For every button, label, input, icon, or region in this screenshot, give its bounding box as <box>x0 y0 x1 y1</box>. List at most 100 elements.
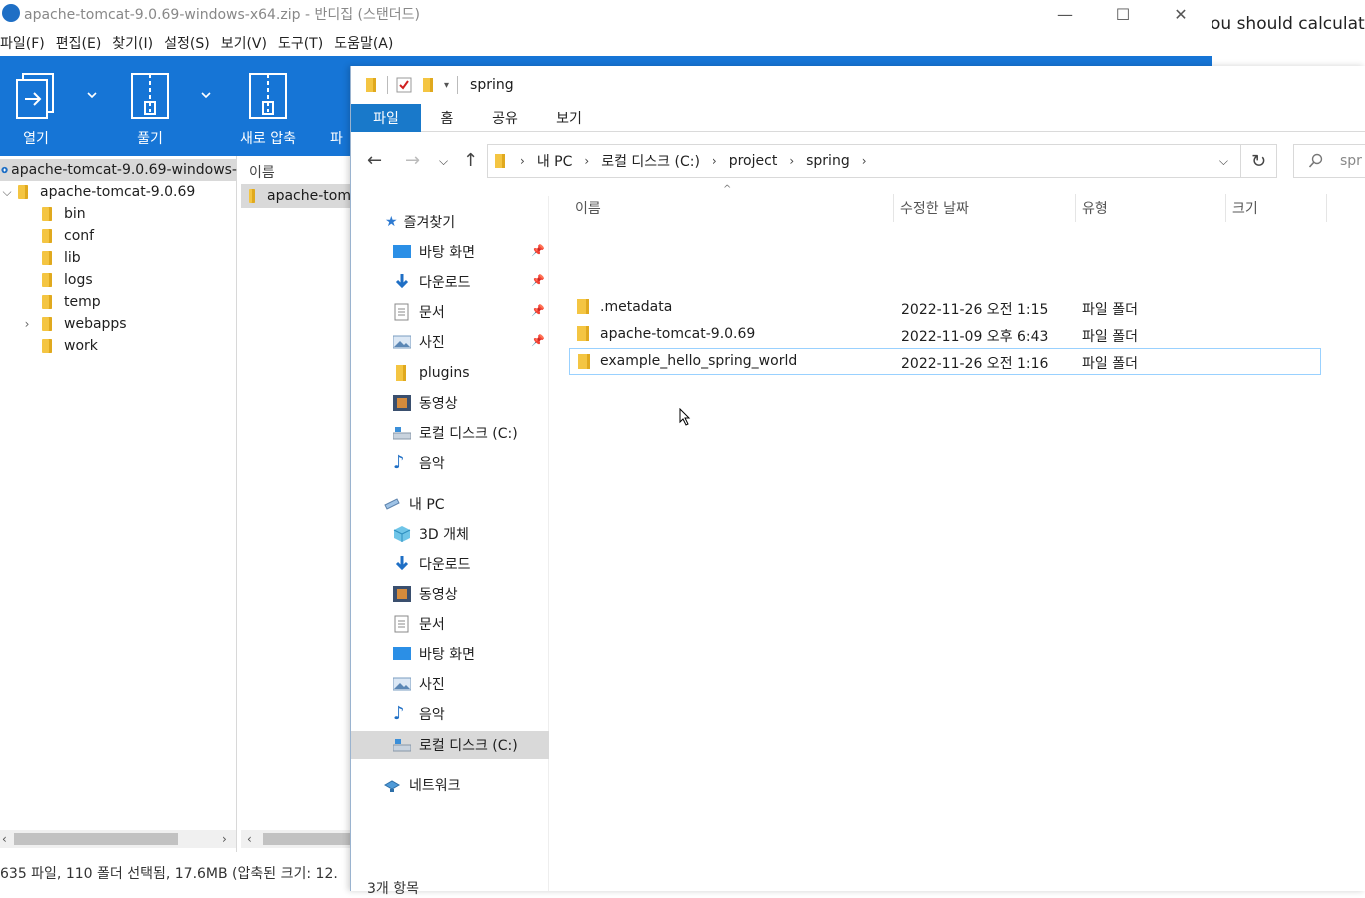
nav-item-downloads[interactable]: 다운로드 📌 <box>351 268 549 296</box>
tree-folder-tomcat[interactable]: ⌵ apache-tomcat-9.0.69 <box>0 181 195 203</box>
breadcrumb-this-pc[interactable]: 내 PC <box>537 151 573 171</box>
nav-item-documents[interactable]: 문서 📌 <box>351 298 549 326</box>
tree-item-conf[interactable]: conf <box>42 225 94 247</box>
file-row[interactable]: apache-tomcat-9.0.69 2022-11-09 오후 6:43 … <box>569 321 1321 348</box>
menu-file[interactable]: 파일(F) <box>0 33 45 53</box>
maximize-button[interactable]: ☐ <box>1094 0 1152 28</box>
forward-arrow-icon[interactable]: → <box>405 150 420 171</box>
tab-home[interactable]: 홈 <box>427 104 467 132</box>
list-scrollbar[interactable]: ‹ <box>241 830 351 848</box>
menu-settings[interactable]: 설정(S) <box>164 33 210 53</box>
menu-tools[interactable]: 도구(T) <box>278 33 323 53</box>
nav-item-3d[interactable]: 3D 개체 <box>351 520 549 548</box>
nav-item-local-disk[interactable]: 로컬 디스크 (C:) <box>351 419 549 447</box>
tree-item-temp[interactable]: temp <box>42 291 101 313</box>
customize-qat-icon[interactable]: ▾ <box>444 80 449 91</box>
tree-item-lib[interactable]: lib <box>42 247 81 269</box>
breadcrumb-spring[interactable]: spring <box>806 153 850 169</box>
tree-item-logs[interactable]: logs <box>42 269 93 291</box>
recent-locations-icon[interactable]: ⌵ <box>439 154 448 169</box>
folder-icon <box>577 326 589 341</box>
toolbar-partial-button[interactable]: 파 <box>330 66 350 152</box>
breadcrumb-local-disk[interactable]: 로컬 디스크 (C:) <box>601 151 700 171</box>
chevron-right-icon[interactable]: › <box>789 154 794 168</box>
file-row[interactable]: .metadata 2022-11-26 오전 1:15 파일 폴더 <box>569 294 1321 321</box>
extract-dropdown-icon[interactable] <box>200 90 212 100</box>
column-header-modified[interactable]: 수정한 날짜 <box>894 194 1076 222</box>
search-input[interactable]: spr <box>1293 144 1365 178</box>
pin-icon[interactable]: 📌 <box>531 304 545 317</box>
scroll-thumb[interactable] <box>263 833 351 845</box>
nav-item-pictures-pc[interactable]: 사진 <box>351 670 549 698</box>
chevron-right-icon[interactable]: › <box>584 154 589 168</box>
tree-item-work[interactable]: work <box>42 335 98 357</box>
minimize-button[interactable]: — <box>1036 0 1094 28</box>
new-folder-icon[interactable] <box>422 77 436 93</box>
menu-find[interactable]: 찾기(I) <box>112 33 153 53</box>
nav-item-desktop[interactable]: 바탕 화면 📌 <box>351 238 549 266</box>
chevron-right-icon[interactable]: › <box>20 317 34 331</box>
nav-item-documents-pc[interactable]: 문서 <box>351 610 549 638</box>
nav-item-plugins[interactable]: plugins <box>351 359 549 387</box>
tab-share[interactable]: 공유 <box>485 104 525 132</box>
bandizip-status-bar: 635 파일, 110 폴더 선택됨, 17.6MB (압축된 크기: 12. <box>0 855 352 891</box>
scroll-left-icon[interactable]: ‹ <box>2 830 7 848</box>
list-header-name[interactable]: 이름 <box>249 162 275 182</box>
chevron-right-icon[interactable]: › <box>520 154 525 168</box>
new-archive-button[interactable]: 새로 압축 <box>228 66 308 152</box>
nav-network[interactable]: 네트워크 <box>351 771 549 799</box>
tree-scrollbar[interactable]: ‹ › <box>0 830 236 848</box>
nav-item-downloads-pc[interactable]: 다운로드 <box>351 550 549 578</box>
nav-item-music-pc[interactable]: ♪ 음악 <box>351 700 549 728</box>
bandizip-title: apache-tomcat-9.0.69-windows-x64.zip - 반… <box>24 7 420 23</box>
tree-item-bin[interactable]: bin <box>42 203 86 225</box>
explorer-window: ▾ spring 파일 홈 공유 보기 ← → ⌵ ↑ › 내 PC › 로컬 … <box>350 66 1365 897</box>
nav-label: 다운로드 <box>419 275 471 291</box>
nav-label: 문서 <box>419 617 445 633</box>
scroll-left-icon[interactable]: ‹ <box>247 830 252 848</box>
tree-item-label: logs <box>64 272 93 288</box>
nav-this-pc[interactable]: 내 PC <box>351 490 549 518</box>
chevron-right-icon[interactable]: › <box>712 154 717 168</box>
pin-icon[interactable]: 📌 <box>531 274 545 287</box>
file-row[interactable]: example_hello_spring_world 2022-11-26 오전… <box>569 348 1321 375</box>
address-bar[interactable]: › 내 PC › 로컬 디스크 (C:) › project › spring … <box>487 144 1241 178</box>
menu-view[interactable]: 보기(V) <box>221 33 267 53</box>
open-dropdown-icon[interactable] <box>86 90 98 100</box>
up-arrow-icon[interactable]: ↑ <box>463 150 478 171</box>
open-button[interactable]: 열기 <box>0 66 76 152</box>
chevron-down-icon[interactable]: ⌵ <box>0 185 14 200</box>
properties-icon[interactable] <box>396 77 412 93</box>
close-button[interactable]: ✕ <box>1152 0 1210 28</box>
nav-item-pictures[interactable]: 사진 📌 <box>351 328 549 356</box>
nav-item-videos[interactable]: 동영상 <box>351 389 549 417</box>
tab-view[interactable]: 보기 <box>549 104 589 132</box>
extract-button[interactable]: 풀기 <box>110 66 190 152</box>
tree-folder-label: apache-tomcat-9.0.69 <box>40 184 196 200</box>
tab-file[interactable]: 파일 <box>351 104 421 132</box>
nav-quick-access[interactable]: ★ 즐겨찾기 <box>351 208 549 236</box>
column-header-name[interactable]: 이름 <box>569 194 894 222</box>
scroll-right-icon[interactable]: › <box>222 830 227 848</box>
menu-help[interactable]: 도움말(A) <box>334 33 393 53</box>
refresh-button[interactable]: ↻ <box>1241 144 1277 178</box>
nav-item-desktop-pc[interactable]: 바탕 화면 <box>351 640 549 668</box>
nav-item-music[interactable]: ♪ 음악 <box>351 449 549 477</box>
back-arrow-icon[interactable]: ← <box>367 150 382 171</box>
breadcrumb-project[interactable]: project <box>729 153 778 169</box>
tree-root[interactable]: apache-tomcat-9.0.69-windows- <box>0 159 237 181</box>
folder-icon <box>249 189 256 203</box>
nav-item-videos-pc[interactable]: 동영상 <box>351 580 549 608</box>
nav-item-local-disk-pc[interactable]: 로컬 디스크 (C:) <box>351 731 549 759</box>
chevron-right-icon[interactable]: › <box>862 154 867 168</box>
column-header-size[interactable]: 크기 <box>1226 194 1327 222</box>
desktop-icon <box>393 647 411 660</box>
menu-edit[interactable]: 편집(E) <box>56 33 102 53</box>
address-dropdown-icon[interactable]: ⌵ <box>1219 154 1228 169</box>
column-header-type[interactable]: 유형 <box>1076 194 1226 222</box>
pin-icon[interactable]: 📌 <box>531 244 545 257</box>
list-item[interactable]: apache-tom <box>241 184 351 208</box>
tree-item-webapps[interactable]: › webapps <box>20 313 127 335</box>
scroll-thumb[interactable] <box>14 833 178 845</box>
pin-icon[interactable]: 📌 <box>531 334 545 347</box>
